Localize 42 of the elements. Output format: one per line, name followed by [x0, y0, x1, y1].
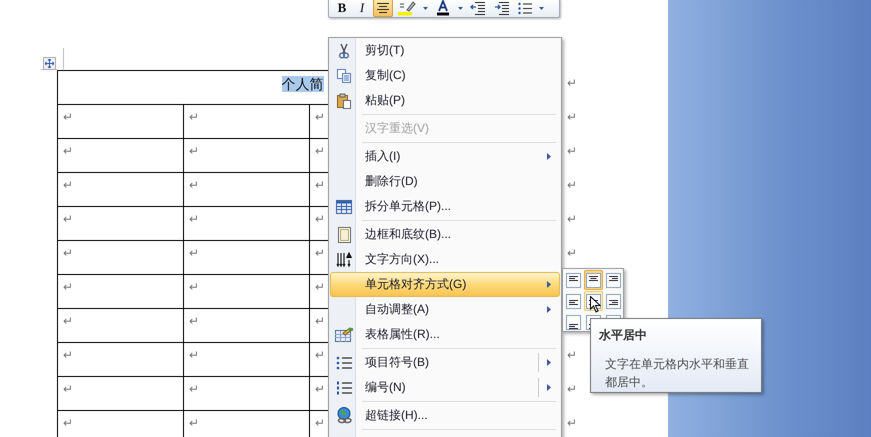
paragraph-mark: ↵ — [63, 178, 74, 192]
paragraph-mark: ↵ — [189, 416, 200, 430]
paragraph-mark: ↵ — [567, 144, 578, 158]
paragraph-mark: ↵ — [63, 416, 74, 430]
paragraph-mark: ↵ — [315, 110, 326, 124]
paragraph-mark: ↵ — [567, 110, 578, 124]
paragraph-mark: ↵ — [189, 178, 200, 192]
paragraph-mark: ↵ — [189, 280, 200, 294]
paragraph-mark: ↵ — [63, 280, 74, 294]
paragraph-mark: ↵ — [189, 110, 200, 124]
paragraph-mark: ↵ — [567, 246, 578, 260]
paragraph-mark: ↵ — [315, 246, 326, 260]
paragraph-mark: ↵ — [63, 314, 74, 328]
paragraph-mark: ↵ — [567, 212, 578, 226]
paragraph-mark: ↵ — [189, 246, 200, 260]
paragraph-mark: ↵ — [315, 178, 326, 192]
tooltip-description: 文字在单元格内水平和垂直都居中。 — [605, 356, 750, 391]
paragraph-mark: ↵ — [63, 110, 74, 124]
paragraph-mark: ↵ — [567, 382, 578, 396]
paragraph-mark: ↵ — [315, 348, 326, 362]
paragraph-mark: ↵ — [63, 246, 74, 260]
paragraph-mark: ↵ — [567, 178, 578, 192]
table-title: 个人简 — [282, 76, 324, 92]
paragraph-mark: ↵ — [189, 144, 200, 158]
paragraph-mark: ↵ — [189, 382, 200, 396]
paragraph-mark: ↵ — [63, 144, 74, 158]
paragraph-mark: ↵ — [315, 212, 326, 226]
paragraph-mark: ↵ — [63, 382, 74, 396]
paragraph-mark: ↵ — [315, 314, 326, 328]
paragraph-mark: ↵ — [315, 416, 326, 430]
paragraph-mark: ↵ — [567, 348, 578, 362]
paragraph-mark: ↵ — [189, 348, 200, 362]
tooltip-title: 水平居中 — [599, 327, 648, 344]
paragraph-mark: ↵ — [63, 212, 74, 226]
paragraph-mark: ↵ — [567, 76, 578, 90]
paragraph-mark: ↵ — [189, 212, 200, 226]
paragraph-mark: ↵ — [189, 314, 200, 328]
paragraph-mark: ↵ — [315, 382, 326, 396]
paragraph-mark: ↵ — [315, 280, 326, 294]
paragraph-mark: ↵ — [315, 144, 326, 158]
paragraph-mark: ↵ — [567, 416, 578, 430]
paragraph-mark: ↵ — [63, 348, 74, 362]
